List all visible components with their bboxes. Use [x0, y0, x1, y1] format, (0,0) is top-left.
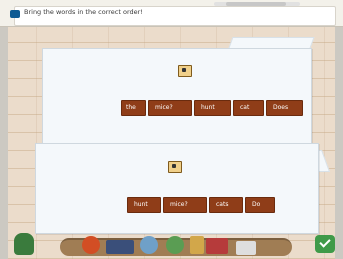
- book-icon[interactable]: [190, 236, 204, 254]
- word-tile[interactable]: the: [121, 100, 146, 116]
- instruction-text: Bring the words in the correct order!: [24, 8, 143, 16]
- left-frame: [0, 0, 8, 259]
- score-display-icon[interactable]: [106, 240, 134, 254]
- speaker-icon[interactable]: [178, 65, 192, 77]
- word-row-2: hunt mice? cats Do: [127, 197, 275, 213]
- flag-icon: [10, 10, 20, 18]
- potion-icon[interactable]: [14, 233, 34, 255]
- settings-icon[interactable]: [166, 236, 184, 254]
- word-tile[interactable]: Does: [266, 100, 303, 116]
- word-row-1: the mice? hunt cat Does: [121, 100, 303, 116]
- game-scene: { "header": { "instruction": "Bring the …: [0, 0, 343, 259]
- speaker-icon[interactable]: [168, 161, 182, 173]
- word-tile[interactable]: mice?: [148, 100, 192, 116]
- toolbox-icon[interactable]: [206, 238, 228, 254]
- word-tile[interactable]: cat: [233, 100, 264, 116]
- timer-icon[interactable]: [140, 236, 158, 254]
- battery-icon[interactable]: [236, 241, 256, 255]
- word-tile[interactable]: mice?: [163, 197, 207, 213]
- hint-icon[interactable]: [82, 236, 100, 254]
- header: Bring the words in the correct order!: [0, 0, 343, 27]
- word-tile[interactable]: hunt: [194, 100, 231, 116]
- check-icon[interactable]: [315, 235, 335, 253]
- puzzle-sheet-2: [35, 143, 319, 234]
- word-tile[interactable]: hunt: [127, 197, 161, 213]
- puzzle-sheet-1: [42, 48, 312, 144]
- word-tile[interactable]: cats: [209, 197, 243, 213]
- word-tile[interactable]: Do: [245, 197, 275, 213]
- right-frame: [335, 0, 343, 259]
